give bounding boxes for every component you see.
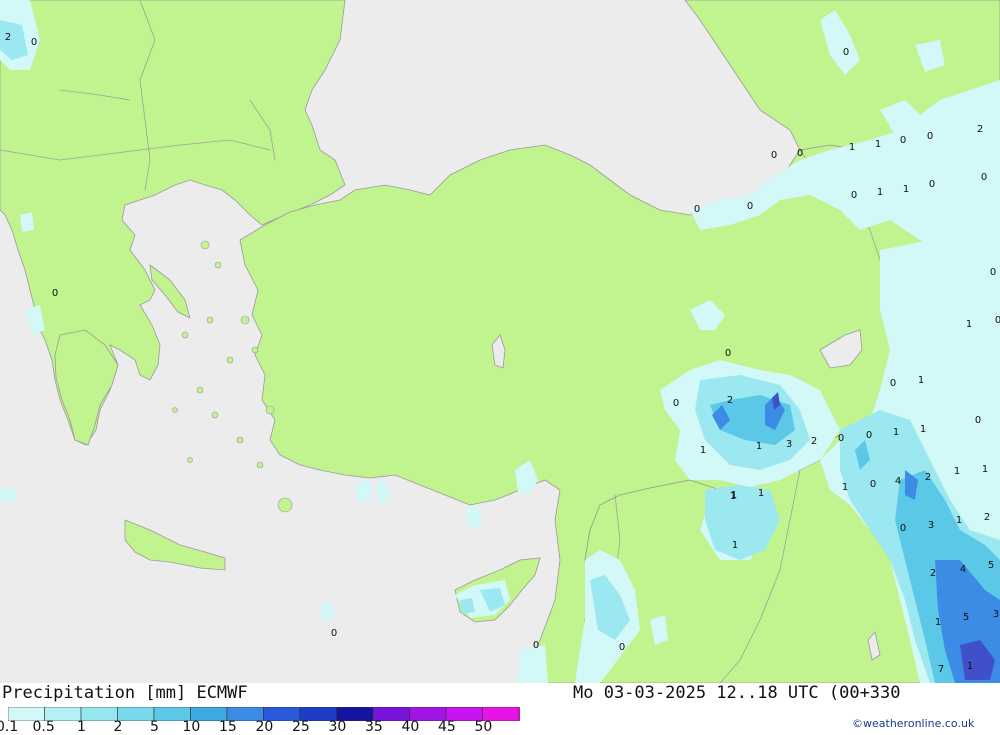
precip-value-label: 7 bbox=[938, 664, 944, 675]
precip-value-label: 0 bbox=[725, 348, 731, 359]
precip-value-label: 1 bbox=[903, 184, 909, 195]
precip-value-label: 0 bbox=[31, 37, 37, 48]
precip-value-label: 0 bbox=[870, 479, 876, 490]
precip-value-label: 0 bbox=[797, 148, 803, 159]
precip-value-label: 1 bbox=[966, 319, 972, 330]
precipitation-map: 2 0 0 2 0 0 1 1 0 0 1 1 0 0 0 0 0 0 1 0 0 0 2 1 0 1 3 2 0 0 1 1 0 1 1 4 2 0 1 1… bbox=[0, 0, 1000, 683]
precip-value-label: 1 bbox=[935, 617, 941, 628]
precip-value-label: 0 bbox=[995, 315, 1000, 326]
precip-value-label: 0 bbox=[838, 433, 844, 444]
precip-value-label: 1 bbox=[967, 661, 973, 672]
precip-value-label: 0 bbox=[866, 430, 872, 441]
chart-title: Precipitation [mm] ECMWF bbox=[2, 683, 248, 703]
precip-value-label: 3 bbox=[786, 439, 792, 450]
precip-value-label: 0 bbox=[771, 150, 777, 161]
precip-value-label: 2 bbox=[811, 436, 817, 447]
precip-value-label: 0 bbox=[927, 131, 933, 142]
precip-value-label: 2 bbox=[925, 472, 931, 483]
precip-value-label: 1 bbox=[758, 488, 764, 499]
precip-value-label: 1 bbox=[875, 139, 881, 150]
credit-link[interactable]: ©weatheronline.co.uk bbox=[852, 717, 974, 730]
precip-value-label: 0 bbox=[694, 204, 700, 215]
precip-value-label: 1 bbox=[982, 464, 988, 475]
precip-value-label: 1 bbox=[954, 466, 960, 477]
precip-value-label: 0 bbox=[900, 135, 906, 146]
legend-footer: Precipitation [mm] ECMWF Mo 03-03-2025 1… bbox=[0, 683, 1000, 735]
precip-value-label: 1 bbox=[849, 142, 855, 153]
precip-value-label: 1 bbox=[956, 515, 962, 526]
precip-value-label: 1 bbox=[920, 424, 926, 435]
precip-value-label: 0 bbox=[990, 267, 996, 278]
scale-swatch bbox=[80, 707, 118, 721]
scale-arrow bbox=[519, 707, 520, 721]
precip-value-label: 1 bbox=[700, 445, 706, 456]
precip-value-label: 0 bbox=[52, 288, 58, 299]
precip-value-label: 2 bbox=[984, 512, 990, 523]
precip-value-label: 0 bbox=[900, 523, 906, 534]
precip-value-label: 0 bbox=[975, 415, 981, 426]
precip-value-label: 5 bbox=[988, 560, 994, 571]
precip-value-label: 2 bbox=[930, 568, 936, 579]
precip-value-label: 3 bbox=[993, 609, 999, 620]
forecast-datetime: Mo 03-03-2025 12..18 UTC (00+330 bbox=[573, 683, 901, 703]
precip-value-label: 0 bbox=[619, 642, 625, 653]
precip-value-label: 0 bbox=[331, 628, 337, 639]
precip-value-label: 2 bbox=[5, 32, 11, 43]
precip-value-label: 2 bbox=[727, 395, 733, 406]
precip-value-label: 1 bbox=[842, 482, 848, 493]
precip-value-label: 1 bbox=[732, 540, 738, 551]
precip-value-label: 0 bbox=[851, 190, 857, 201]
precip-value-label: 0 bbox=[747, 201, 753, 212]
precip-value-label: 1 bbox=[893, 427, 899, 438]
precip-value-label: 1 bbox=[918, 375, 924, 386]
scale-swatch bbox=[117, 707, 155, 721]
precip-value-label: 0 bbox=[929, 179, 935, 190]
precip-value-label: 0 bbox=[673, 398, 679, 409]
precip-value-label: 5 bbox=[963, 612, 969, 623]
precip-value-label: 0 bbox=[533, 640, 539, 651]
precip-value-label: 1 bbox=[877, 187, 883, 198]
precip-value-label: 4 bbox=[960, 564, 966, 575]
precip-value-label: 3 bbox=[928, 520, 934, 531]
precip-value-label: 0 bbox=[981, 172, 987, 183]
precip-value-label: 0 bbox=[890, 378, 896, 389]
precip-value-label: 1 bbox=[756, 441, 762, 452]
precip-value-label: 0 bbox=[843, 47, 849, 58]
precip-value-label: 1 bbox=[731, 490, 737, 501]
precip-value-label: 2 bbox=[977, 124, 983, 135]
precip-value-label: 4 bbox=[895, 476, 901, 487]
